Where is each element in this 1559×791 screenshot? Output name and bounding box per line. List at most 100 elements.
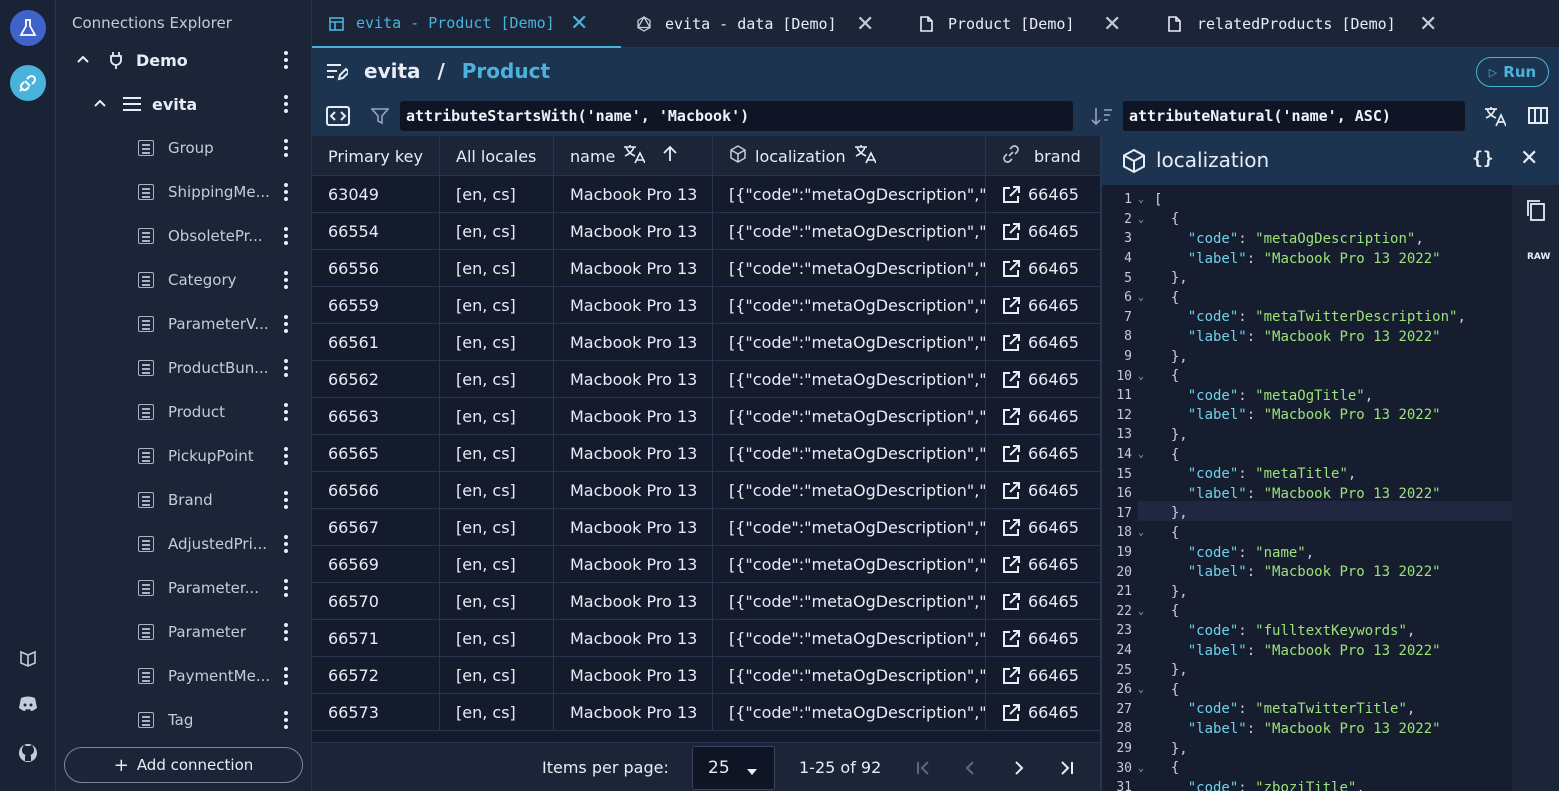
cell-all-locales[interactable]: [en, cs] [440,398,554,435]
open-reference-icon[interactable] [1002,185,1020,204]
more-options-icon[interactable] [284,403,288,421]
fold-icon[interactable]: ⌄ [1138,527,1148,538]
collection-item[interactable]: Category [56,258,312,302]
cell-name[interactable]: Macbook Pro 13 [554,694,713,731]
cell-brand[interactable]: 66465 [986,583,1100,620]
catalog-evita[interactable]: evita [56,82,312,126]
fold-icon[interactable]: ⌄ [1138,763,1148,774]
cell-name[interactable]: Macbook Pro 13 [554,361,713,398]
cell-primary-key[interactable]: 66566 [312,472,440,509]
collection-item[interactable]: ParameterV... [56,302,312,346]
discord-icon[interactable] [10,686,46,722]
run-button[interactable]: ▷ Run [1476,57,1549,87]
fold-icon[interactable]: ⌄ [1138,449,1148,460]
cell-brand[interactable]: 66465 [986,509,1100,546]
json-format-icon[interactable]: {} [1472,148,1494,169]
cell-localization[interactable]: [{"code":"metaOgDescription"," [713,509,986,546]
cell-primary-key[interactable]: 63049 [312,176,440,213]
cell-localization[interactable]: [{"code":"metaOgDescription"," [713,435,986,472]
close-icon[interactable]: ✕ [1520,146,1538,171]
table-row[interactable]: 66554 [en, cs] Macbook Pro 13 [{"code":"met… [312,213,1100,250]
items-per-page-select[interactable]: 25 [692,746,775,790]
close-icon[interactable]: ✕ [1103,12,1121,37]
cell-brand[interactable]: 66465 [986,287,1100,324]
cell-brand[interactable]: 66465 [986,435,1100,472]
cell-localization[interactable]: [{"code":"metaOgDescription"," [713,472,986,509]
cell-brand[interactable]: 66465 [986,361,1100,398]
plug-icon[interactable] [10,65,46,101]
collection-item[interactable]: Group [56,126,312,170]
table-row[interactable]: 66567 [en, cs] Macbook Pro 13 [{"code":"met… [312,509,1100,546]
cell-name[interactable]: Macbook Pro 13 [554,250,713,287]
cell-all-locales[interactable]: [en, cs] [440,583,554,620]
cell-localization[interactable]: [{"code":"metaOgDescription"," [713,657,986,694]
cell-localization[interactable]: [{"code":"metaOgDescription"," [713,287,986,324]
cell-primary-key[interactable]: 66554 [312,213,440,250]
open-reference-icon[interactable] [1002,370,1020,389]
cell-localization[interactable]: [{"code":"metaOgDescription"," [713,324,986,361]
cell-brand[interactable]: 66465 [986,657,1100,694]
table-row[interactable]: 66563 [en, cs] Macbook Pro 13 [{"code":"met… [312,398,1100,435]
collection-item[interactable]: Product [56,390,312,434]
cell-all-locales[interactable]: [en, cs] [440,213,554,250]
collection-item[interactable]: AdjustedPri... [56,522,312,566]
cell-primary-key[interactable]: 66563 [312,398,440,435]
cell-name[interactable]: Macbook Pro 13 [554,176,713,213]
more-options-icon[interactable] [284,667,288,685]
cell-brand[interactable]: 66465 [986,398,1100,435]
cell-localization[interactable]: [{"code":"metaOgDescription"," [713,694,986,731]
more-options-icon[interactable] [284,227,288,245]
cell-primary-key[interactable]: 66570 [312,583,440,620]
table-row[interactable]: 66572 [en, cs] Macbook Pro 13 [{"code":"met… [312,657,1100,694]
collection-item[interactable]: ProductBun... [56,346,312,390]
cell-localization[interactable]: [{"code":"metaOgDescription"," [713,546,986,583]
cell-all-locales[interactable]: [en, cs] [440,657,554,694]
cell-brand[interactable]: 66465 [986,472,1100,509]
cell-name[interactable]: Macbook Pro 13 [554,287,713,324]
cell-all-locales[interactable]: [en, cs] [440,361,554,398]
more-options-icon[interactable] [284,579,288,597]
more-options-icon[interactable] [284,491,288,509]
cell-localization[interactable]: [{"code":"metaOgDescription"," [713,620,986,657]
cell-localization[interactable]: [{"code":"metaOgDescription"," [713,213,986,250]
cell-localization[interactable]: [{"code":"metaOgDescription"," [713,583,986,620]
cell-localization[interactable]: [{"code":"metaOgDescription"," [713,250,986,287]
collection-item[interactable]: ShippingMe... [56,170,312,214]
cell-all-locales[interactable]: [en, cs] [440,287,554,324]
cell-name[interactable]: Macbook Pro 13 [554,324,713,361]
add-connection-button[interactable]: + Add connection [64,747,303,783]
github-icon[interactable] [10,735,46,771]
cell-brand[interactable]: 66465 [986,546,1100,583]
sort-ascending-icon[interactable] [663,145,678,166]
more-options-icon[interactable] [284,183,288,201]
table-row[interactable]: 66565 [en, cs] Macbook Pro 13 [{"code":"met… [312,435,1100,472]
open-reference-icon[interactable] [1002,629,1020,648]
columns-icon[interactable] [1528,107,1548,128]
table-row[interactable]: 66570 [en, cs] Macbook Pro 13 [{"code":"met… [312,583,1100,620]
more-options-icon[interactable] [284,271,288,289]
previous-page-icon[interactable] [965,760,975,779]
table-row[interactable]: 66566 [en, cs] Macbook Pro 13 [{"code":"met… [312,472,1100,509]
cell-all-locales[interactable]: [en, cs] [440,250,554,287]
query-editor-icon[interactable] [326,106,350,130]
json-viewer[interactable]: 1 ⌄[2 ⌄ {3 "code": "metaOgDescription", 4 "… [1102,185,1512,791]
close-icon[interactable]: ✕ [1419,12,1437,37]
cell-name[interactable]: Macbook Pro 13 [554,398,713,435]
cell-all-locales[interactable]: [en, cs] [440,472,554,509]
cell-brand[interactable]: 66465 [986,213,1100,250]
cell-primary-key[interactable]: 66561 [312,324,440,361]
open-reference-icon[interactable] [1002,407,1020,426]
cell-brand[interactable]: 66465 [986,620,1100,657]
fold-icon[interactable]: ⌄ [1138,684,1148,695]
close-icon[interactable]: ✕ [570,11,588,36]
table-row[interactable]: 66562 [en, cs] Macbook Pro 13 [{"code":"met… [312,361,1100,398]
cell-name[interactable]: Macbook Pro 13 [554,546,713,583]
translate-icon[interactable] [1484,105,1507,131]
cell-all-locales[interactable]: [en, cs] [440,324,554,361]
chevron-up-icon[interactable] [76,52,90,68]
cell-all-locales[interactable]: [en, cs] [440,435,554,472]
open-reference-icon[interactable] [1002,555,1020,574]
more-options-icon[interactable] [284,535,288,553]
open-reference-icon[interactable] [1002,518,1020,537]
table-row[interactable]: 66556 [en, cs] Macbook Pro 13 [{"code":"met… [312,250,1100,287]
